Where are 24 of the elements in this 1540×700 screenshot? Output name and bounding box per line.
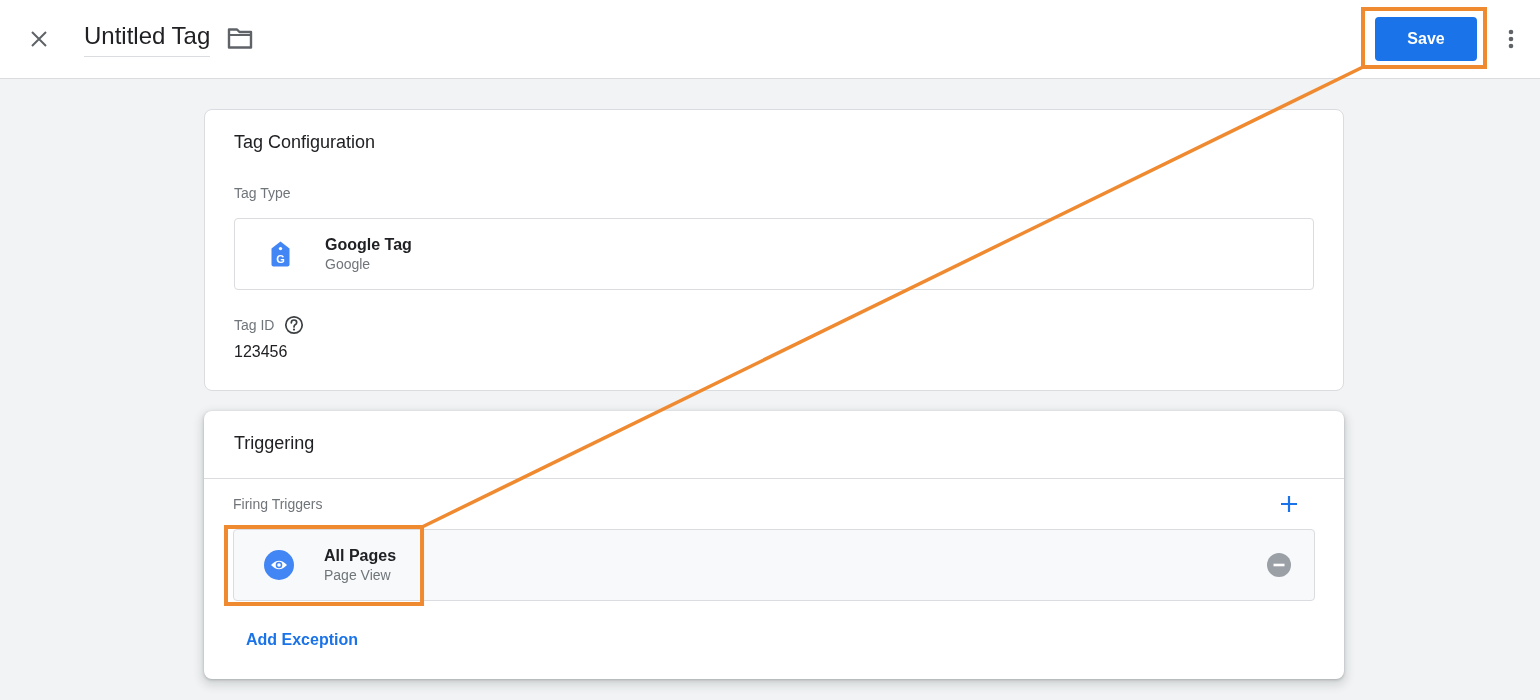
card-title: Tag Configuration xyxy=(234,131,377,154)
folder-button[interactable] xyxy=(227,27,254,49)
tag-id-value: 123456 xyxy=(234,342,289,362)
tag-type-vendor: Google xyxy=(325,255,372,273)
title-field[interactable]: Untitled Tag xyxy=(84,21,211,57)
help-icon[interactable] xyxy=(284,315,305,335)
field-label: Tag ID xyxy=(234,317,275,333)
eye-icon xyxy=(264,550,294,580)
tag-icon: G xyxy=(271,241,290,267)
add-exception-link[interactable]: Add Exception xyxy=(234,623,370,657)
card-title: Triggering xyxy=(234,432,316,455)
add-icon[interactable] xyxy=(1279,494,1299,514)
trigger-name: All Pages xyxy=(324,546,397,566)
trigger-type: Page View xyxy=(324,566,392,584)
more-menu-icon[interactable] xyxy=(1508,29,1514,49)
section-label: Firing Triggers xyxy=(233,496,323,512)
folder-icon xyxy=(227,27,254,49)
trigger-item[interactable]: All Pages Page View xyxy=(233,529,1315,601)
close-icon xyxy=(31,31,47,47)
tag-type-selector[interactable]: G Google Tag Google xyxy=(234,218,1314,290)
save-button[interactable]: Save xyxy=(1375,17,1477,61)
remove-icon[interactable] xyxy=(1267,553,1291,577)
tag-type-name: Google Tag xyxy=(325,235,412,255)
field-label: Tag Type xyxy=(234,185,292,201)
